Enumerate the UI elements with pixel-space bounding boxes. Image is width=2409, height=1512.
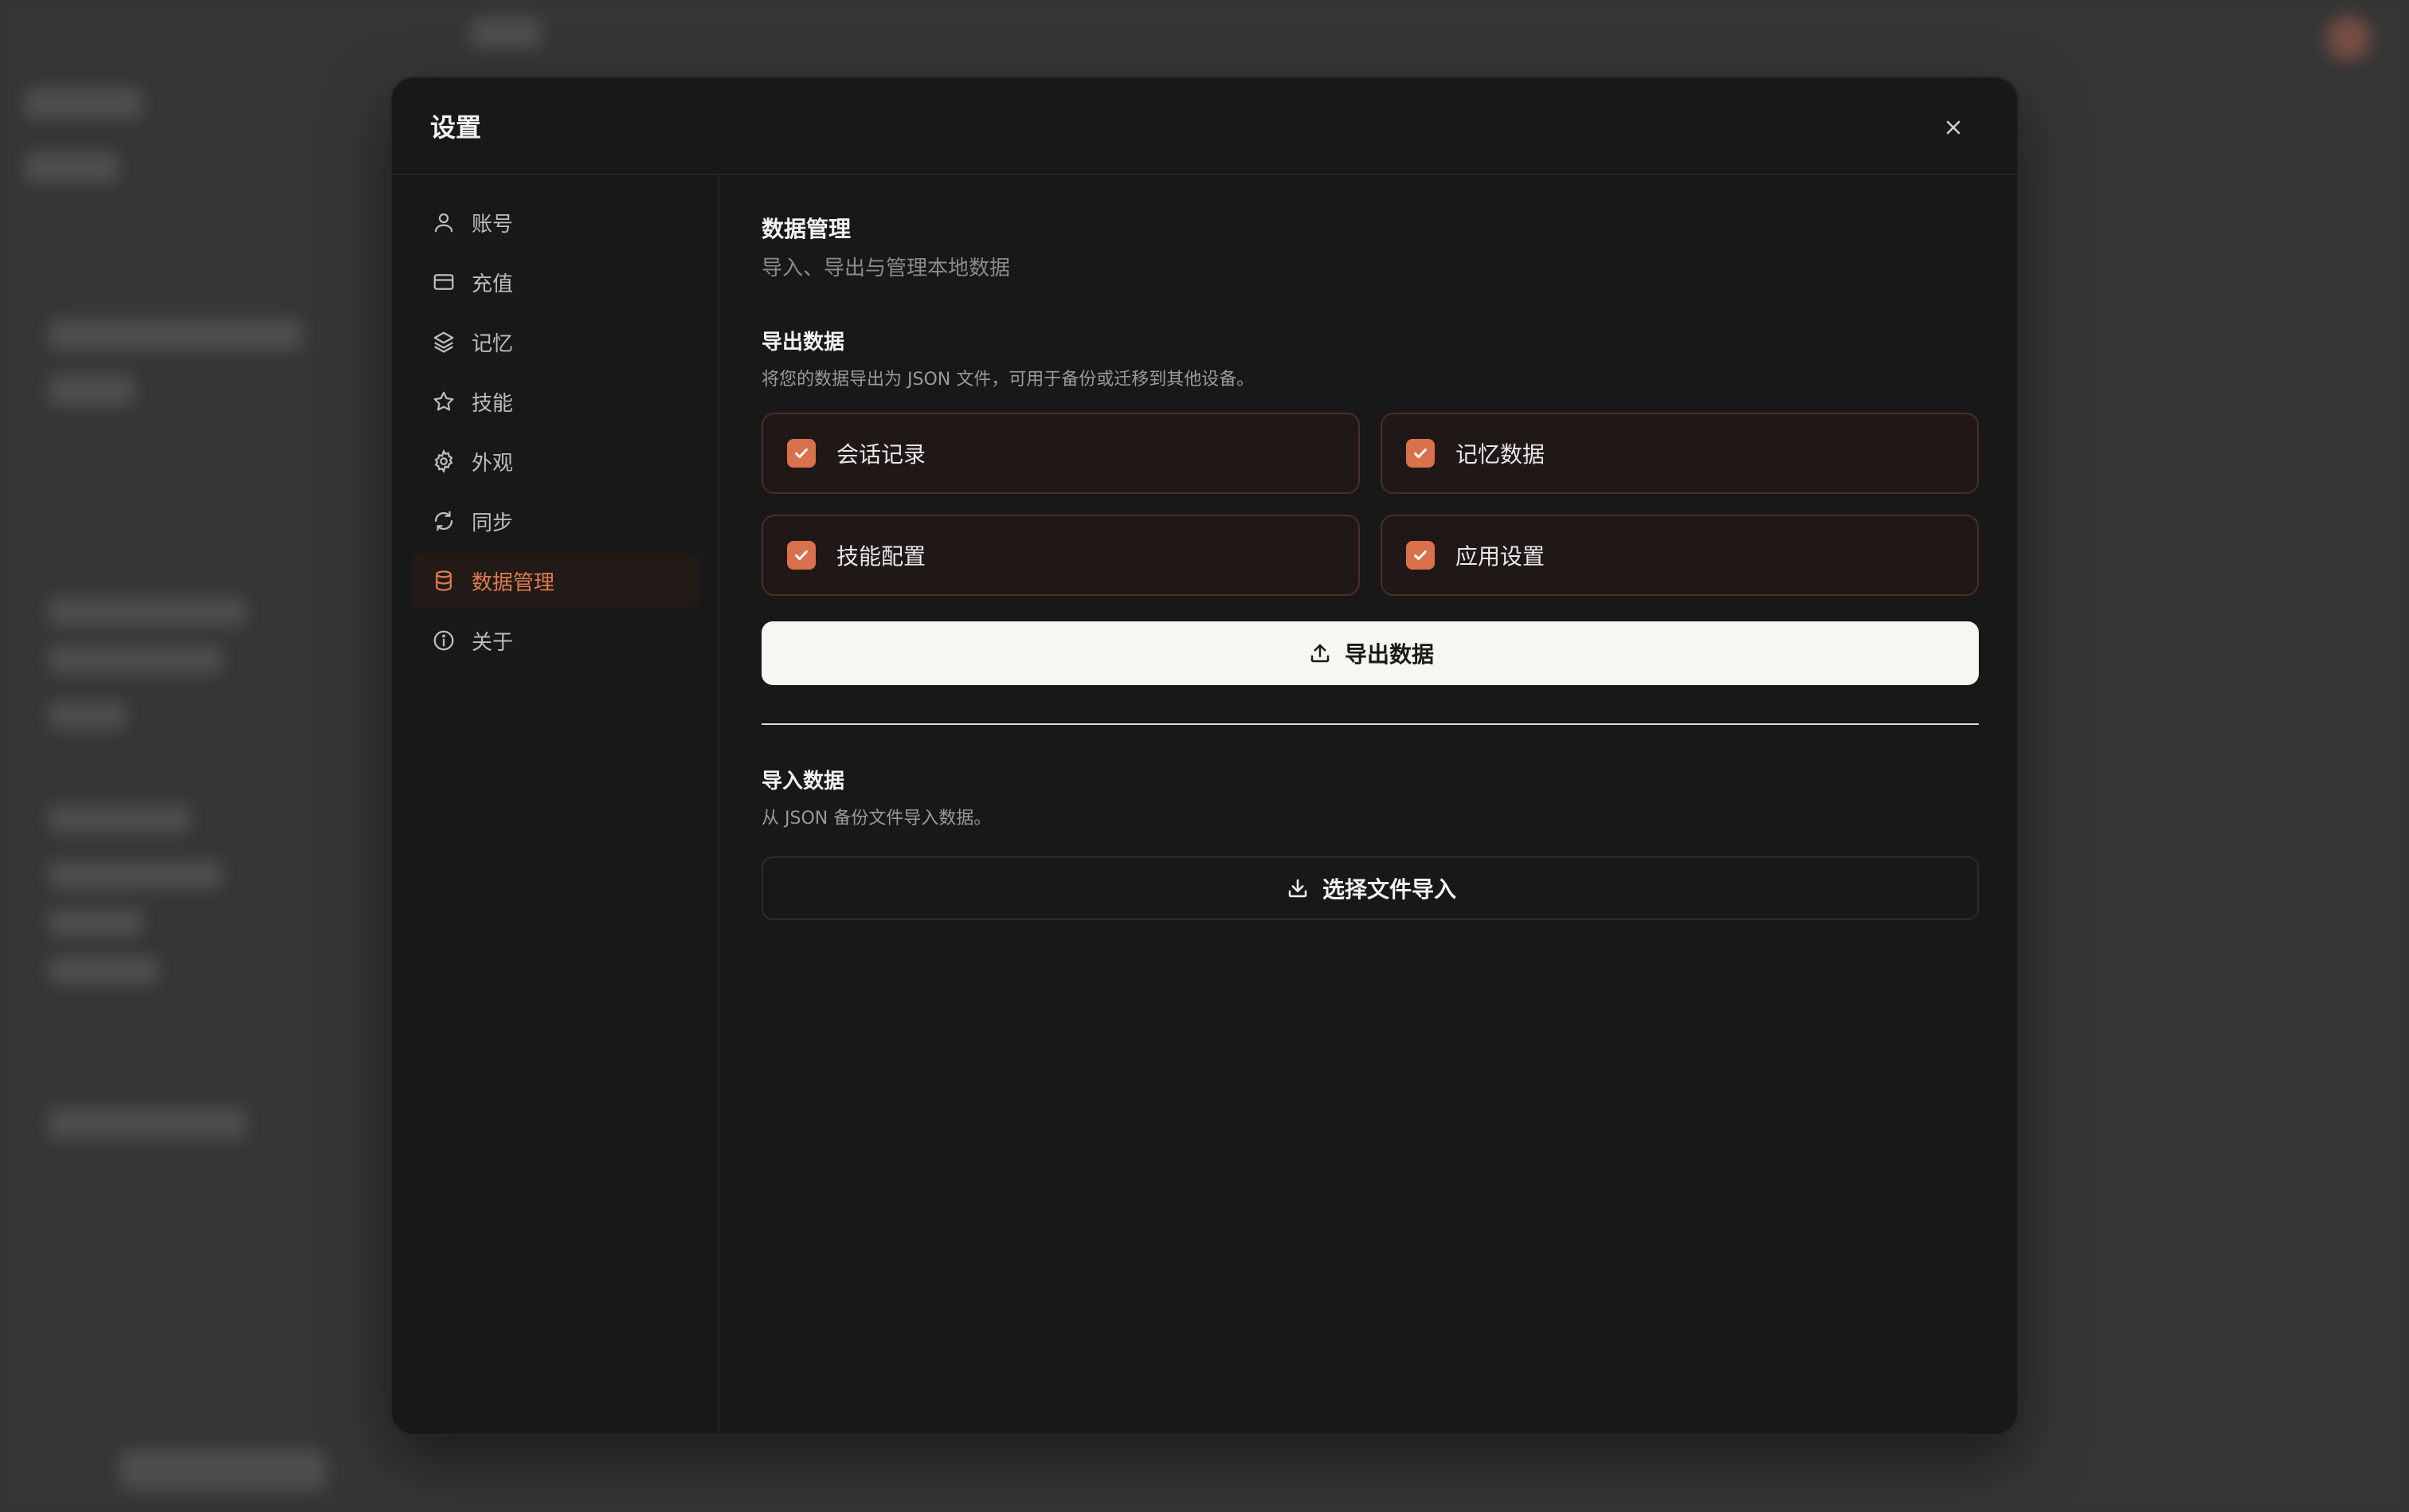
sidebar-item-about[interactable]: 关于 bbox=[411, 613, 699, 668]
data-management-panel: 数据管理 导入、导出与管理本地数据 导出数据 将您的数据导出为 JSON 文件，… bbox=[762, 175, 1979, 1434]
export-option-memory[interactable]: 记忆数据 bbox=[1381, 413, 1979, 494]
sidebar-item-appearance[interactable]: 外观 bbox=[411, 433, 699, 489]
sidebar-item-account[interactable]: 账号 bbox=[411, 194, 699, 250]
close-button[interactable] bbox=[1937, 112, 1969, 143]
export-description: 将您的数据导出为 JSON 文件，可用于备份或迁移到其他设备。 bbox=[762, 370, 1255, 390]
section-divider bbox=[762, 723, 1979, 725]
option-label: 应用设置 bbox=[1455, 543, 1545, 570]
check-icon bbox=[1414, 550, 1427, 561]
database-icon bbox=[430, 567, 457, 594]
import-file-button[interactable]: 选择文件导入 bbox=[762, 856, 1979, 920]
checkbox-checked[interactable] bbox=[1406, 541, 1435, 570]
sidebar-item-label: 记忆 bbox=[472, 331, 514, 356]
option-label: 会话记录 bbox=[836, 441, 926, 468]
info-icon bbox=[430, 627, 457, 654]
export-option-conversations[interactable]: 会话记录 bbox=[762, 413, 1360, 494]
download-icon bbox=[1284, 875, 1311, 902]
import-title: 导入数据 bbox=[762, 770, 845, 793]
section-title: 数据管理 bbox=[762, 216, 852, 242]
sidebar-item-recharge[interactable]: 充值 bbox=[411, 254, 699, 310]
export-option-app-settings[interactable]: 应用设置 bbox=[1381, 515, 1979, 596]
option-label: 记忆数据 bbox=[1455, 441, 1545, 468]
gear-icon bbox=[430, 448, 457, 475]
sidebar-item-skills[interactable]: 技能 bbox=[411, 374, 699, 429]
sidebar-item-label: 充值 bbox=[472, 272, 514, 296]
checkbox-checked[interactable] bbox=[787, 541, 816, 570]
check-icon bbox=[795, 550, 808, 561]
star-icon bbox=[430, 388, 457, 415]
sidebar-item-memory[interactable]: 记忆 bbox=[411, 314, 699, 370]
export-option-skills[interactable]: 技能配置 bbox=[762, 515, 1360, 596]
sidebar-item-label: 关于 bbox=[472, 630, 514, 655]
import-section: 导入数据 从 JSON 备份文件导入数据。 选择文件导入 bbox=[762, 765, 1979, 920]
sidebar-item-label: 同步 bbox=[472, 511, 514, 535]
export-section: 导出数据 将您的数据导出为 JSON 文件，可用于备份或迁移到其他设备。 会话记… bbox=[762, 326, 1979, 685]
settings-sidebar: 账号 充值 记忆 技能 外观 同步 数据管理 关于 bbox=[392, 175, 720, 1434]
dialog-header: 设置 bbox=[392, 78, 2017, 175]
sidebar-item-sync[interactable]: 同步 bbox=[411, 493, 699, 549]
check-icon bbox=[1414, 448, 1427, 459]
check-icon bbox=[795, 448, 808, 459]
credit-card-icon bbox=[430, 268, 457, 296]
settings-dialog: 设置 账号 充值 记忆 技能 外观 同步 数据管理 关于 数据管理 导入、导出与… bbox=[390, 76, 2019, 1436]
export-button-label: 导出数据 bbox=[1344, 641, 1434, 668]
dialog-title: 设置 bbox=[430, 112, 482, 143]
user-icon bbox=[430, 209, 457, 236]
sidebar-item-label: 外观 bbox=[472, 451, 514, 476]
option-label: 技能配置 bbox=[836, 543, 926, 570]
import-description: 从 JSON 备份文件导入数据。 bbox=[762, 809, 992, 828]
import-button-label: 选择文件导入 bbox=[1322, 876, 1456, 903]
sidebar-item-label: 数据管理 bbox=[472, 570, 555, 595]
checkbox-checked[interactable] bbox=[787, 439, 816, 468]
section-subtitle: 导入、导出与管理本地数据 bbox=[762, 257, 1011, 280]
sidebar-item-data-management[interactable]: 数据管理 bbox=[411, 553, 699, 609]
export-title: 导出数据 bbox=[762, 331, 845, 354]
export-button[interactable]: 导出数据 bbox=[762, 621, 1979, 685]
close-icon bbox=[1946, 120, 1960, 135]
refresh-icon bbox=[430, 507, 457, 535]
sidebar-item-label: 账号 bbox=[472, 212, 514, 237]
upload-icon bbox=[1306, 640, 1334, 667]
layers-icon bbox=[430, 328, 457, 355]
sidebar-item-label: 技能 bbox=[472, 391, 514, 416]
checkbox-checked[interactable] bbox=[1406, 439, 1435, 468]
export-options: 会话记录 记忆数据 技能配置 应用设置 bbox=[762, 413, 1979, 596]
